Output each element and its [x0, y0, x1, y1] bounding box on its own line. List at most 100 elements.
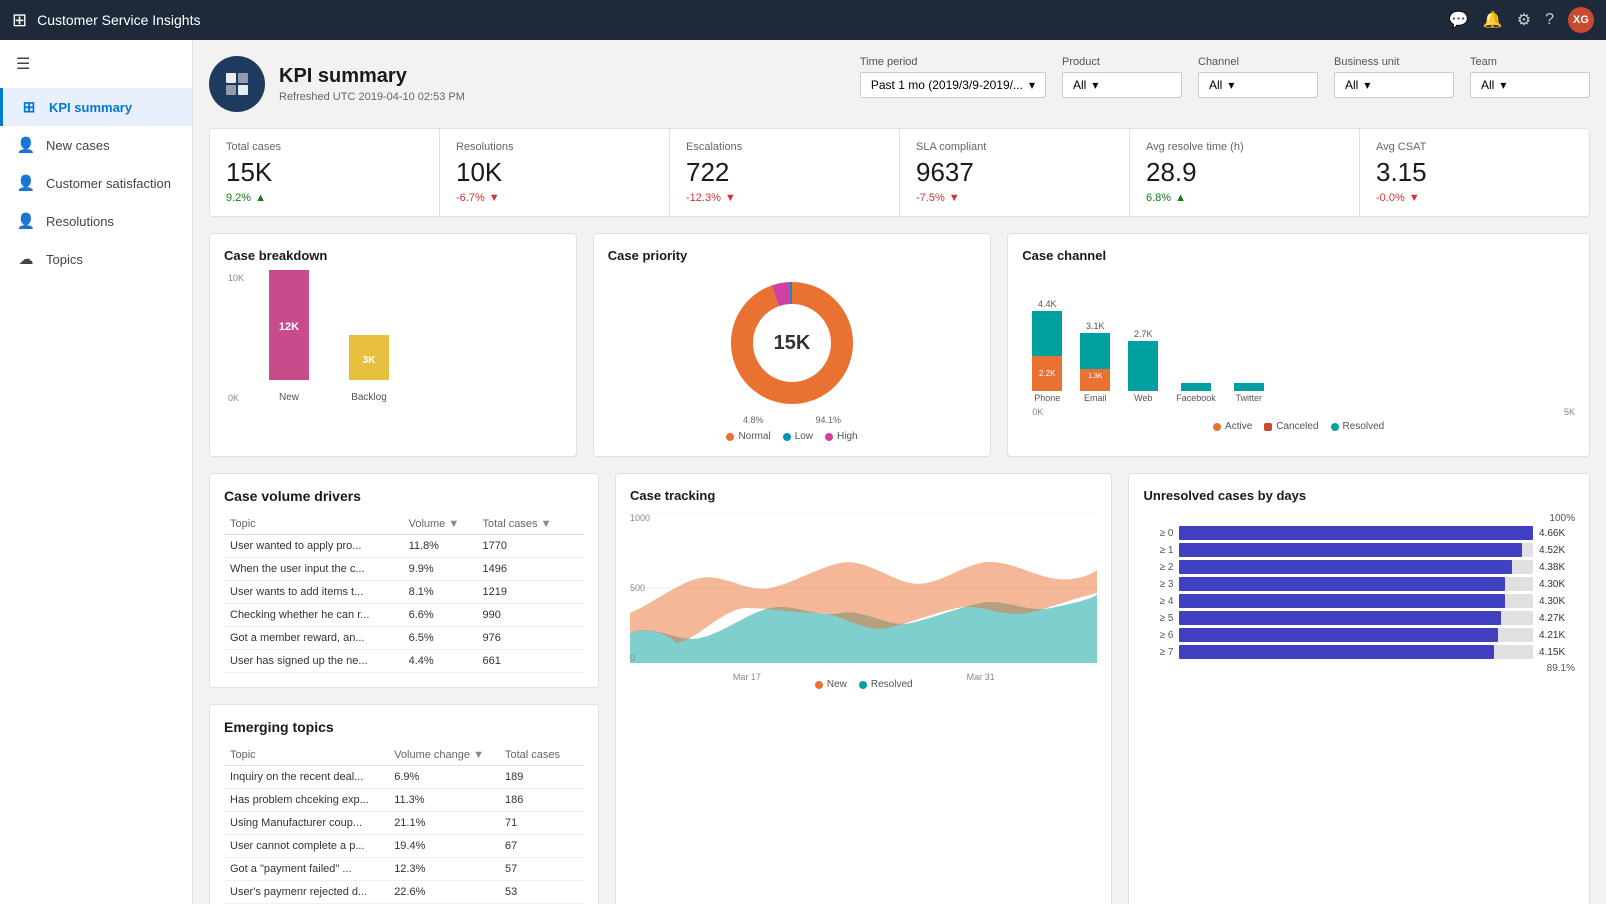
legend-low: Low: [783, 431, 813, 442]
filter-product-label: Product: [1062, 56, 1182, 68]
filter-team-label: Team: [1470, 56, 1590, 68]
sidebar-label-resolutions: Resolutions: [46, 214, 114, 229]
kpi-card-4: Avg resolve time (h) 28.9 6.8% ▲: [1130, 129, 1360, 216]
legend-canceled: Canceled: [1264, 421, 1318, 432]
case-priority-title: Case priority: [608, 248, 976, 263]
filter-time-label: Time period: [860, 56, 1046, 68]
tables-col: Case volume drivers Topic Volume ▼ Total…: [209, 473, 599, 904]
table-row: User has signed up the ne...4.4%661: [224, 650, 584, 673]
unresolved-row: ≥ 3 4.30K: [1143, 577, 1575, 591]
sidebar-icon-kpi: ⊞: [19, 98, 39, 116]
bell-icon[interactable]: 🔔: [1483, 10, 1503, 30]
kpi-card-value-5: 3.15: [1376, 157, 1573, 188]
table-row: User wanted to apply pro...11.8%1770: [224, 535, 584, 558]
emerging-topics-table: Topic Volume change ▼ Total cases Inquir…: [224, 745, 584, 904]
sidebar-label-kpi: KPI summary: [49, 100, 132, 115]
sidebar-icon-new-cases: 👤: [16, 136, 36, 154]
svg-text:12K: 12K: [279, 321, 299, 333]
chat-icon[interactable]: 💬: [1449, 10, 1469, 30]
sidebar-item-csat[interactable]: 👤 Customer satisfaction: [0, 164, 192, 202]
filter-team-select[interactable]: All ▾: [1470, 72, 1590, 98]
kpi-card-3: SLA compliant 9637 -7.5% ▼: [900, 129, 1130, 216]
top-nav-icons: 💬 🔔 ⚙ ? XG: [1449, 7, 1594, 33]
kpi-card-value-3: 9637: [916, 157, 1113, 188]
charts-col-bottom: Case tracking 10: [615, 473, 1590, 904]
kpi-card-label-0: Total cases: [226, 141, 423, 153]
kpi-card-change-1: -6.7% ▼: [456, 192, 653, 204]
unresolved-cases-card: Unresolved cases by days 100% ≥ 0 4.66K …: [1128, 473, 1590, 904]
help-icon[interactable]: ?: [1545, 11, 1554, 29]
sidebar-label-csat: Customer satisfaction: [46, 176, 171, 191]
filter-bu-label: Business unit: [1334, 56, 1454, 68]
kpi-card-0: Total cases 15K 9.2% ▲: [210, 129, 440, 216]
kpi-card-label-1: Resolutions: [456, 141, 653, 153]
page-header: KPI summary Refreshed UTC 2019-04-10 02:…: [209, 56, 1590, 112]
kpi-card-change-2: -12.3% ▼: [686, 192, 883, 204]
top-nav: ⊞ Customer Service Insights 💬 🔔 ⚙ ? XG: [0, 0, 1606, 40]
case-priority-card: Case priority 15K: [593, 233, 991, 457]
col-topic: Topic: [224, 514, 403, 535]
kpi-icon: [209, 56, 265, 112]
sidebar-label-topics: Topics: [46, 252, 83, 267]
kpi-card-value-1: 10K: [456, 157, 653, 188]
col-topic: Topic: [224, 745, 388, 766]
case-tracking-card: Case tracking 10: [615, 473, 1112, 904]
app-title: Customer Service Insights: [37, 12, 1439, 28]
sidebar-item-kpi[interactable]: ⊞ KPI summary: [0, 88, 192, 126]
case-breakdown-card: Case breakdown 12K New: [209, 233, 577, 457]
col-volume-change: Volume change ▼: [388, 745, 499, 766]
legend-resolved: Resolved: [1331, 421, 1385, 432]
table-row: Got a member reward, an...6.5%976: [224, 627, 584, 650]
charts-row-1: Case breakdown 12K New: [209, 233, 1590, 457]
grid-icon[interactable]: ⊞: [12, 10, 27, 31]
sidebar-icon-csat: 👤: [16, 174, 36, 192]
kpi-card-change-4: 6.8% ▲: [1146, 192, 1343, 204]
filter-time-select[interactable]: Past 1 mo (2019/3/9-2019/... ▾: [860, 72, 1046, 98]
table-row: Inquiry on the recent deal...6.9%189: [224, 766, 584, 789]
table-row: Has problem chceking exp...11.3%186: [224, 789, 584, 812]
kpi-card-label-3: SLA compliant: [916, 141, 1113, 153]
chevron-down-icon: ▾: [1092, 78, 1098, 92]
table-row: User cannot complete a p...19.4%67: [224, 835, 584, 858]
unresolved-row: ≥ 2 4.38K: [1143, 560, 1575, 574]
filter-product-select[interactable]: All ▾: [1062, 72, 1182, 98]
settings-icon[interactable]: ⚙: [1517, 10, 1531, 30]
unresolved-row: ≥ 7 4.15K: [1143, 645, 1575, 659]
unresolved-chart: ≥ 0 4.66K ≥ 1 4.52K ≥ 2 4.38K ≥ 3 4.30K …: [1143, 526, 1575, 659]
kpi-card-label-2: Escalations: [686, 141, 883, 153]
kpi-cards: Total cases 15K 9.2% ▲ Resolutions 10K -…: [209, 128, 1590, 217]
filters: Time period Past 1 mo (2019/3/9-2019/...…: [860, 56, 1590, 98]
filter-team: Team All ▾: [1470, 56, 1590, 98]
chevron-down-icon: ▾: [1364, 78, 1370, 92]
unresolved-row: ≥ 4 4.30K: [1143, 594, 1575, 608]
sidebar-item-new-cases[interactable]: 👤 New cases: [0, 126, 192, 164]
filter-channel-select[interactable]: All ▾: [1198, 72, 1318, 98]
kpi-card-change-5: -0.0% ▼: [1376, 192, 1573, 204]
case-channel-card: Case channel 4.4K 2.2K Phone: [1007, 233, 1590, 457]
kpi-card-value-4: 28.9: [1146, 157, 1343, 188]
sidebar-item-topics[interactable]: ☁ Topics: [0, 240, 192, 278]
table-row: Using Manufacturer coup...21.1%71: [224, 812, 584, 835]
pct-89-label: 89.1%: [1143, 663, 1575, 674]
legend-active: Active: [1213, 421, 1252, 432]
hamburger-icon[interactable]: ☰: [0, 40, 192, 88]
sidebar-item-resolutions[interactable]: 👤 Resolutions: [0, 202, 192, 240]
filter-channel: Channel All ▾: [1198, 56, 1318, 98]
filter-time-period: Time period Past 1 mo (2019/3/9-2019/...…: [860, 56, 1046, 98]
sidebar-label-new-cases: New cases: [46, 138, 110, 153]
unresolved-row: ≥ 6 4.21K: [1143, 628, 1575, 642]
avatar[interactable]: XG: [1568, 7, 1594, 33]
table-row: Checking whether he can r...6.6%990: [224, 604, 584, 627]
sidebar-icon-topics: ☁: [16, 250, 36, 268]
case-volume-title: Case volume drivers: [224, 488, 584, 504]
filter-bu-select[interactable]: All ▾: [1334, 72, 1454, 98]
kpi-title-block: KPI summary Refreshed UTC 2019-04-10 02:…: [209, 56, 465, 112]
kpi-card-5: Avg CSAT 3.15 -0.0% ▼: [1360, 129, 1589, 216]
case-channel-title: Case channel: [1022, 248, 1575, 263]
filter-channel-label: Channel: [1198, 56, 1318, 68]
emerging-topics-card: Emerging topics Topic Volume change ▼ To…: [209, 704, 599, 904]
kpi-card-2: Escalations 722 -12.3% ▼: [670, 129, 900, 216]
table-row: User's paymenr rejected d...22.6%53: [224, 881, 584, 904]
chevron-down-icon: ▾: [1500, 78, 1506, 92]
svg-text:3K: 3K: [363, 355, 377, 366]
